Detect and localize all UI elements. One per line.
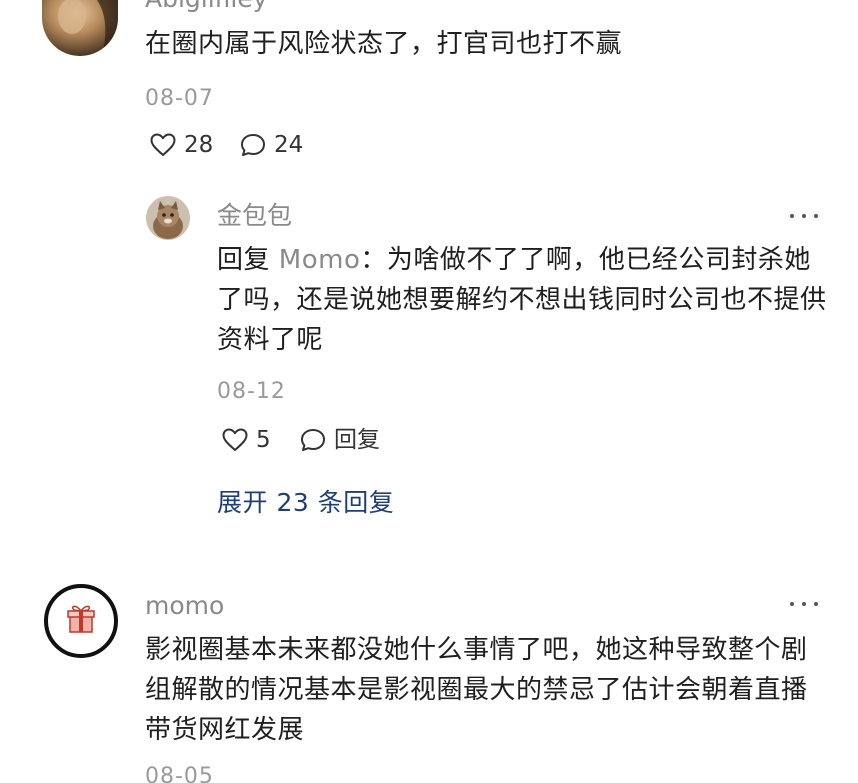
reply-date: 08-12 — [217, 379, 286, 404]
user-avatar[interactable] — [44, 584, 118, 658]
comment-text: 影视圈基本未来都没她什么事情了吧，她这种导致整个剧组解散的情况基本是影视圈最大的… — [145, 635, 808, 745]
like-count: 28 — [184, 131, 214, 158]
reply-text: 回复 Momo：为啥做不了了啊，他已经公司封杀她了吗，还是说她想要解约不想出钱同… — [217, 240, 827, 360]
like-count: 5 — [256, 426, 271, 453]
comment-text: 在圈内属于风险状态了，打官司也打不赢 — [145, 29, 623, 59]
comment-date: 08-05 — [145, 764, 214, 783]
comment-date: 08-07 — [145, 86, 214, 111]
like-button[interactable]: 5 — [222, 428, 271, 452]
expand-replies-link[interactable]: 展开 23 条回复 — [217, 490, 394, 515]
comment-username[interactable]: Abigilfiley — [145, 0, 268, 11]
cat-photo-avatar-icon — [146, 196, 190, 240]
reply-count: 24 — [274, 131, 304, 158]
reply-button[interactable]: 24 — [240, 133, 303, 157]
comment-bubble-icon — [241, 134, 265, 156]
reply-prefix: 回复 — [217, 245, 271, 275]
heart-icon — [222, 428, 248, 451]
gift-icon — [67, 605, 95, 633]
comment-thread: Abigilfiley 在圈内属于风险状态了，打官司也打不赢 08-07 28 … — [0, 0, 858, 783]
reply-button[interactable]: 回复 — [300, 428, 380, 452]
reply-separator: ： — [360, 245, 387, 275]
more-options-icon[interactable] — [790, 212, 818, 220]
more-options-icon[interactable] — [790, 600, 818, 608]
user-photo-avatar-icon — [42, 0, 118, 56]
user-avatar[interactable] — [42, 0, 118, 56]
more-options-icon[interactable] — [790, 0, 818, 2]
reply-label: 回复 — [334, 426, 380, 453]
mention-link[interactable]: Momo — [279, 245, 361, 275]
like-button[interactable]: 28 — [150, 133, 213, 157]
reply-username[interactable]: 金包包 — [217, 203, 292, 228]
comment-bubble-icon — [301, 429, 325, 451]
reply-user-avatar[interactable] — [146, 196, 190, 240]
heart-icon — [150, 133, 176, 156]
comment-username[interactable]: momo — [145, 593, 224, 618]
